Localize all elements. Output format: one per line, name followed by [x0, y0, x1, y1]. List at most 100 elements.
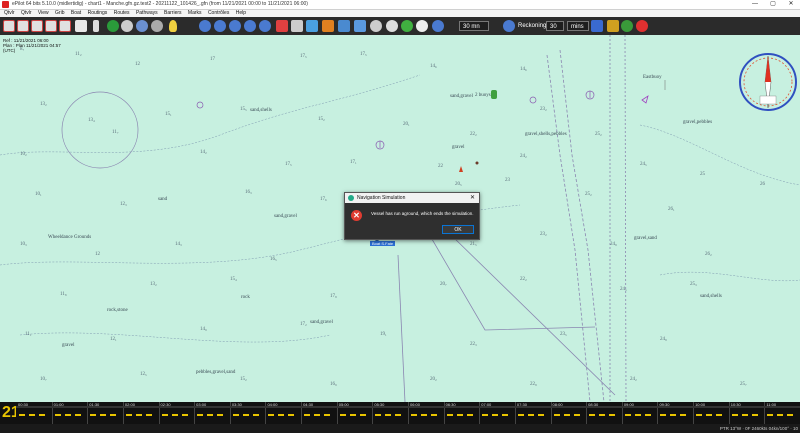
ok-button[interactable]: OK — [442, 225, 474, 234]
timeline-segment[interactable]: 05:00 — [336, 402, 374, 424]
chart-label: gravel,pebbles — [683, 120, 712, 125]
boat-icon[interactable] — [75, 20, 87, 32]
chart-label: gravel,sand — [634, 236, 657, 241]
target-icon[interactable] — [416, 20, 428, 32]
warning-blue-icon[interactable] — [591, 20, 603, 32]
timeline-scale[interactable]: 00:30 01:00 01:30 02:00 02:30 03:00 03:30 04:00… — [16, 402, 800, 424]
menu-item[interactable]: Qtvlr — [21, 10, 32, 16]
alert-icon[interactable] — [607, 20, 619, 32]
measure-icon[interactable] — [291, 20, 303, 32]
chart-label: sand,shells — [700, 294, 722, 299]
timeline-segment[interactable]: 02:30 — [158, 402, 196, 424]
grib-open-icon[interactable] — [3, 20, 15, 32]
grid-icon[interactable] — [386, 20, 398, 32]
menu-item[interactable]: Contrôles — [208, 10, 229, 16]
app-icon — [348, 195, 354, 201]
menu-item[interactable]: Boat — [71, 10, 81, 16]
timeline-segment[interactable]: 06:30 — [443, 402, 481, 424]
timeline-bar — [336, 406, 373, 408]
grib-close-icon[interactable] — [45, 20, 57, 32]
timeline-bar — [408, 406, 444, 408]
timeline-segment[interactable]: 11:00 — [764, 402, 800, 424]
timeline-segment[interactable]: 03:30 — [229, 402, 267, 424]
timeline-segment[interactable]: 10:30 — [728, 402, 766, 424]
grib-info-icon[interactable] — [59, 20, 71, 32]
timeline-segment[interactable]: 04:30 — [301, 402, 338, 424]
pencil-icon[interactable] — [276, 20, 288, 32]
menu-item[interactable]: Barriers — [164, 10, 182, 16]
route-icon[interactable] — [93, 20, 99, 32]
timeline-segment[interactable]: 02:00 — [122, 402, 160, 424]
timeline-segment[interactable]: 08:00 — [550, 402, 588, 424]
close-button[interactable]: ✕ — [782, 0, 800, 9]
timeline-segment[interactable]: 00:30 — [16, 402, 53, 424]
timeline-segment[interactable]: 10:00 — [693, 402, 730, 424]
chart-label: rock,stone — [107, 308, 128, 313]
minimize-button[interactable]: — — [746, 0, 764, 9]
reckoning-value[interactable]: 30 — [546, 21, 564, 31]
menu-item[interactable]: Pathways — [136, 10, 158, 16]
sync-icon[interactable] — [370, 20, 382, 32]
grib-save-icon[interactable] — [31, 20, 43, 32]
record-icon[interactable] — [151, 20, 163, 32]
timeline-segment[interactable]: 06:00 — [408, 402, 445, 424]
zoom-out-icon[interactable] — [214, 20, 226, 32]
timeline-dashes — [411, 414, 441, 416]
chart-label: sand,gravel — [310, 320, 334, 325]
barrier-icon[interactable] — [121, 20, 133, 32]
go-icon[interactable] — [621, 20, 633, 32]
timeline-dashes — [19, 414, 49, 416]
timeline-segment[interactable]: 05:30 — [372, 402, 409, 424]
zoom-boat-icon[interactable] — [259, 20, 271, 32]
lightbulb-icon[interactable] — [169, 20, 177, 32]
chart-label: gravel — [452, 145, 465, 150]
chart-label: sand,gravel — [274, 214, 298, 219]
step-back-icon[interactable] — [432, 20, 444, 32]
zoom-selection-icon[interactable] — [244, 20, 256, 32]
menu-item[interactable]: View — [38, 10, 49, 16]
timeline-segment[interactable]: 01:00 — [51, 402, 89, 424]
maximize-button[interactable]: ▢ — [764, 0, 782, 9]
timeline-segment[interactable]: 03:00 — [194, 402, 231, 424]
poi-icon[interactable] — [136, 20, 148, 32]
scale-left: 21 — [0, 402, 20, 424]
chart-label: rock — [241, 295, 250, 300]
timeline-dashes — [767, 414, 797, 416]
timeline-segment[interactable]: 01:30 — [87, 402, 124, 424]
up-arrow-icon[interactable] — [322, 20, 334, 32]
timeline-bar — [657, 406, 694, 408]
close-icon[interactable]: ✕ — [470, 193, 475, 203]
menu-item[interactable]: Help — [236, 10, 246, 16]
timeline-segment[interactable]: 07:30 — [514, 402, 552, 424]
grib-download-icon[interactable] — [17, 20, 29, 32]
label-icon[interactable] — [184, 20, 196, 32]
menu-item[interactable]: Grib — [55, 10, 64, 16]
timeline-segment[interactable]: 07:00 — [479, 402, 516, 424]
prev-icon[interactable] — [448, 20, 456, 32]
menu-item[interactable]: Routings — [88, 10, 108, 16]
map-icon[interactable] — [354, 20, 366, 32]
play-icon[interactable] — [107, 20, 119, 32]
lifebuoy-icon[interactable] — [636, 20, 648, 32]
timeline-dashes — [232, 414, 263, 416]
timeline-segment[interactable]: 04:00 — [265, 402, 303, 424]
zoom-fit-icon[interactable] — [229, 20, 241, 32]
timeline-dashes — [375, 414, 405, 416]
timeline-segment[interactable]: 09:30 — [657, 402, 695, 424]
timeline-dashes — [517, 414, 548, 416]
time-step-select[interactable]: 30 mn — [459, 21, 489, 31]
timeline-bar — [265, 406, 302, 408]
wind-icon[interactable] — [306, 20, 318, 32]
boat-label[interactable]: Boat S.Fate — [370, 241, 396, 246]
globe-icon[interactable] — [401, 20, 413, 32]
timeline-segment[interactable]: 08:30 — [586, 402, 623, 424]
zoom-in-icon[interactable] — [199, 20, 211, 32]
timeline-segment[interactable]: 09:00 — [621, 402, 659, 424]
step-forward-icon[interactable] — [503, 20, 515, 32]
menu-item[interactable]: Routes — [114, 10, 130, 16]
menu-item[interactable]: Marks — [188, 10, 202, 16]
reckoning-unit[interactable]: mins — [567, 21, 589, 31]
next-icon[interactable] — [491, 20, 499, 32]
menu-item[interactable]: Qtvlr — [4, 10, 15, 16]
boat-position-icon[interactable] — [338, 20, 350, 32]
